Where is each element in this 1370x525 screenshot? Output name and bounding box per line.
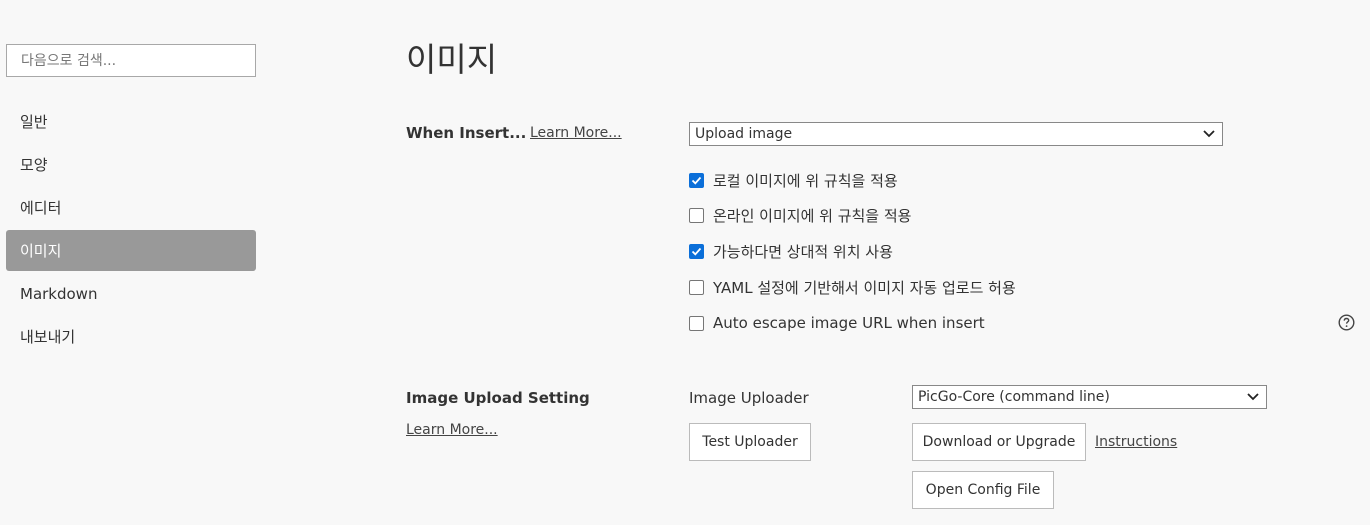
when-insert-select[interactable]: Upload image xyxy=(689,122,1223,146)
image-uploader-label: Image Uploader xyxy=(689,389,809,407)
page-title: 이미지 xyxy=(406,40,498,79)
test-uploader-button[interactable]: Test Uploader xyxy=(689,423,811,461)
checkmark-icon xyxy=(691,176,702,185)
sidebar-item-export[interactable]: 내보내기 xyxy=(6,316,256,357)
relative-path-checkbox[interactable] xyxy=(689,243,704,259)
option-yaml-upload[interactable]: YAML 설정에 기반해서 이미지 자동 업로드 허용 xyxy=(689,276,1016,298)
sidebar-item-image[interactable]: 이미지 xyxy=(6,230,256,271)
yaml-upload-checkbox[interactable] xyxy=(689,279,704,295)
sidebar-nav: 일반 모양 에디터 이미지 Markdown 내보내기 xyxy=(6,101,256,359)
download-upgrade-button[interactable]: Download or Upgrade xyxy=(912,423,1086,461)
checkmark-icon xyxy=(691,247,702,256)
search-input[interactable] xyxy=(6,44,256,77)
chevron-down-icon xyxy=(1203,130,1215,138)
option-label: YAML 설정에 기반해서 이미지 자동 업로드 허용 xyxy=(713,278,1016,297)
chevron-down-icon xyxy=(1247,393,1259,401)
image-uploader-select-value: PicGo-Core (command line) xyxy=(918,389,1110,405)
option-label: 가능하다면 상대적 위치 사용 xyxy=(713,242,893,261)
sidebar-item-editor[interactable]: 에디터 xyxy=(6,187,256,228)
option-label: 온라인 이미지에 위 규칙을 적용 xyxy=(713,206,912,225)
option-label: 로컬 이미지에 위 규칙을 적용 xyxy=(713,171,898,190)
option-local-images[interactable]: 로컬 이미지에 위 규칙을 적용 xyxy=(689,169,898,191)
sidebar-item-markdown[interactable]: Markdown xyxy=(6,273,256,314)
online-images-checkbox[interactable] xyxy=(689,207,704,223)
local-images-checkbox[interactable] xyxy=(689,172,704,188)
auto-escape-checkbox[interactable] xyxy=(689,315,704,331)
option-relative-path[interactable]: 가능하다면 상대적 위치 사용 xyxy=(689,240,893,262)
open-config-file-button[interactable]: Open Config File xyxy=(912,471,1054,509)
upload-learn-more-link[interactable]: Learn More... xyxy=(406,422,498,438)
upload-setting-label: Image Upload Setting xyxy=(406,389,590,407)
option-online-images[interactable]: 온라인 이미지에 위 규칙을 적용 xyxy=(689,204,911,226)
help-circle-icon[interactable] xyxy=(1338,314,1355,331)
option-label: Auto escape image URL when insert xyxy=(713,314,985,332)
sidebar-item-general[interactable]: 일반 xyxy=(6,101,256,142)
when-insert-select-value: Upload image xyxy=(695,126,793,142)
when-insert-learn-more-link[interactable]: Learn More... xyxy=(530,125,622,141)
when-insert-label: When Insert... xyxy=(406,124,527,142)
sidebar-item-appearance[interactable]: 모양 xyxy=(6,144,256,185)
option-auto-escape-url[interactable]: Auto escape image URL when insert xyxy=(689,312,985,334)
instructions-link[interactable]: Instructions xyxy=(1095,434,1177,450)
image-uploader-select[interactable]: PicGo-Core (command line) xyxy=(912,385,1267,409)
